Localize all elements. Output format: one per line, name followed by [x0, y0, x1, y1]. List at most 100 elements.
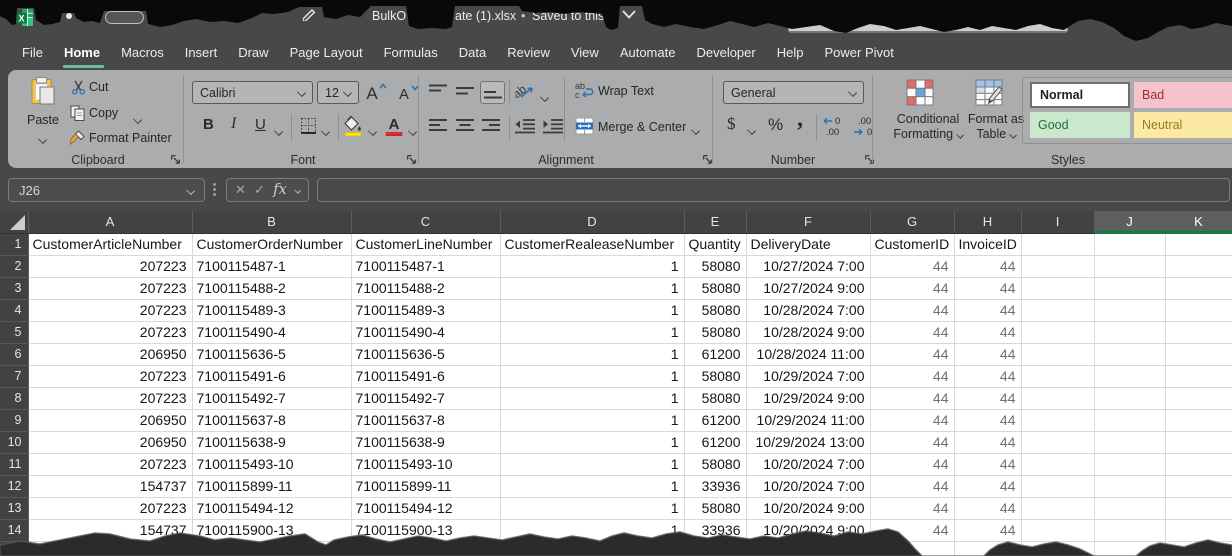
cell-A11[interactable]: 207223 [28, 453, 192, 475]
cell-F8[interactable]: 10/29/2024 9:00 [746, 387, 870, 409]
cell-A6[interactable]: 206950 [28, 343, 192, 365]
formula-bar-drag-dots[interactable] [213, 183, 216, 196]
cell-F4[interactable]: 10/28/2024 7:00 [746, 299, 870, 321]
cell-K11[interactable] [1165, 453, 1232, 475]
cell-J3[interactable] [1094, 277, 1165, 299]
merge-center-label[interactable]: Merge & Center [598, 120, 686, 134]
cell-B10[interactable]: 7100115638-9 [192, 431, 351, 453]
cell-I7[interactable] [1021, 365, 1094, 387]
cell-K9[interactable] [1165, 409, 1232, 431]
cell-C8[interactable]: 7100115492-7 [351, 387, 500, 409]
tab-view[interactable]: View [571, 45, 599, 61]
cell-C11[interactable]: 7100115493-10 [351, 453, 500, 475]
cell-B9[interactable]: 7100115637-8 [192, 409, 351, 431]
cell-C1[interactable]: CustomerLineNumber [351, 233, 500, 255]
cell-H9[interactable]: 44 [954, 409, 1021, 431]
cancel-entry-icon[interactable]: ✕ [235, 182, 246, 198]
cell-D7[interactable]: 1 [500, 365, 684, 387]
cell-F6[interactable]: 10/28/2024 11:00 [746, 343, 870, 365]
cell-E14[interactable]: 33936 [684, 519, 746, 541]
cell-K10[interactable] [1165, 431, 1232, 453]
cell-F11[interactable]: 10/20/2024 7:00 [746, 453, 870, 475]
row-header-2[interactable]: 2 [0, 255, 28, 277]
tab-file[interactable]: File [22, 45, 43, 61]
cell-G14[interactable]: 44 [870, 519, 954, 541]
cell-I15[interactable] [1021, 541, 1094, 556]
cell-H15[interactable] [954, 541, 1021, 556]
merge-center-chevron-icon[interactable] [692, 121, 699, 139]
cell-G1[interactable]: CustomerID [870, 233, 954, 255]
cell-K6[interactable] [1165, 343, 1232, 365]
cell-C14[interactable]: 7100115900-13 [351, 519, 500, 541]
cell-G12[interactable]: 44 [870, 475, 954, 497]
cell-I8[interactable] [1021, 387, 1094, 409]
cell-H14[interactable]: 44 [954, 519, 1021, 541]
tab-review[interactable]: Review [507, 45, 550, 61]
cell-F14[interactable]: 10/20/2024 9:00 [746, 519, 870, 541]
cell-J13[interactable] [1094, 497, 1165, 519]
fill-color-button[interactable] [343, 114, 363, 136]
column-header-A[interactable]: A [28, 211, 192, 233]
cell-J6[interactable] [1094, 343, 1165, 365]
cell-A9[interactable]: 206950 [28, 409, 192, 431]
cell-C12[interactable]: 7100115899-11 [351, 475, 500, 497]
cell-J10[interactable] [1094, 431, 1165, 453]
cell-E11[interactable]: 58080 [684, 453, 746, 475]
cell-E13[interactable]: 58080 [684, 497, 746, 519]
number-format-combo[interactable]: General [723, 81, 864, 104]
row-header-9[interactable]: 9 [0, 409, 28, 431]
wrap-text-label[interactable]: Wrap Text [598, 84, 654, 98]
cell-K8[interactable] [1165, 387, 1232, 409]
select-all-corner[interactable] [0, 211, 28, 233]
cell-A2[interactable]: 207223 [28, 255, 192, 277]
row-header-12[interactable]: 12 [0, 475, 28, 497]
align-left-button[interactable] [427, 116, 449, 136]
cell-style-good[interactable]: Good [1030, 112, 1130, 138]
cell-E2[interactable]: 58080 [684, 255, 746, 277]
cell-K5[interactable] [1165, 321, 1232, 343]
cell-F2[interactable]: 10/27/2024 7:00 [746, 255, 870, 277]
cell-E7[interactable]: 58080 [684, 365, 746, 387]
cell-B7[interactable]: 7100115491-6 [192, 365, 351, 387]
cell-E1[interactable]: Quantity [684, 233, 746, 255]
row-header-7[interactable]: 7 [0, 365, 28, 387]
cell-C3[interactable]: 7100115488-2 [351, 277, 500, 299]
tab-insert[interactable]: Insert [185, 45, 218, 61]
conditional-formatting-button[interactable] [905, 78, 935, 106]
column-header-E[interactable]: E [684, 211, 746, 233]
column-header-F[interactable]: F [746, 211, 870, 233]
cell-C9[interactable]: 7100115637-8 [351, 409, 500, 431]
tab-automate[interactable]: Automate [620, 45, 676, 61]
bold-button[interactable]: B [203, 116, 214, 133]
cell-H6[interactable]: 44 [954, 343, 1021, 365]
cell-A12[interactable]: 154737 [28, 475, 192, 497]
cell-H3[interactable]: 44 [954, 277, 1021, 299]
cell-E3[interactable]: 58080 [684, 277, 746, 299]
cell-J15[interactable] [1094, 541, 1165, 556]
accounting-format-button[interactable]: $ [727, 114, 736, 134]
cell-A5[interactable]: 207223 [28, 321, 192, 343]
cell-D3[interactable]: 1 [500, 277, 684, 299]
cell-G5[interactable]: 44 [870, 321, 954, 343]
column-header-I[interactable]: I [1021, 211, 1094, 233]
title-chevron-down-icon[interactable] [621, 9, 637, 20]
tab-power-pivot[interactable]: Power Pivot [824, 45, 893, 61]
cell-C13[interactable]: 7100115494-12 [351, 497, 500, 519]
cell-G10[interactable]: 44 [870, 431, 954, 453]
cell-K12[interactable] [1165, 475, 1232, 497]
wrap-text-button[interactable]: ab c [574, 80, 594, 100]
cell-F7[interactable]: 10/29/2024 7:00 [746, 365, 870, 387]
borders-chevron-icon[interactable] [322, 122, 329, 140]
cell-D15[interactable] [500, 541, 684, 556]
align-center-button[interactable] [454, 116, 476, 136]
column-header-H[interactable]: H [954, 211, 1021, 233]
cell-I9[interactable] [1021, 409, 1094, 431]
cell-B12[interactable]: 7100115899-11 [192, 475, 351, 497]
cell-K13[interactable] [1165, 497, 1232, 519]
cell-G9[interactable]: 44 [870, 409, 954, 431]
cell-J12[interactable] [1094, 475, 1165, 497]
cell-H5[interactable]: 44 [954, 321, 1021, 343]
increase-font-size-button[interactable]: A [364, 81, 388, 103]
cell-K7[interactable] [1165, 365, 1232, 387]
row-header-15[interactable] [0, 541, 28, 556]
